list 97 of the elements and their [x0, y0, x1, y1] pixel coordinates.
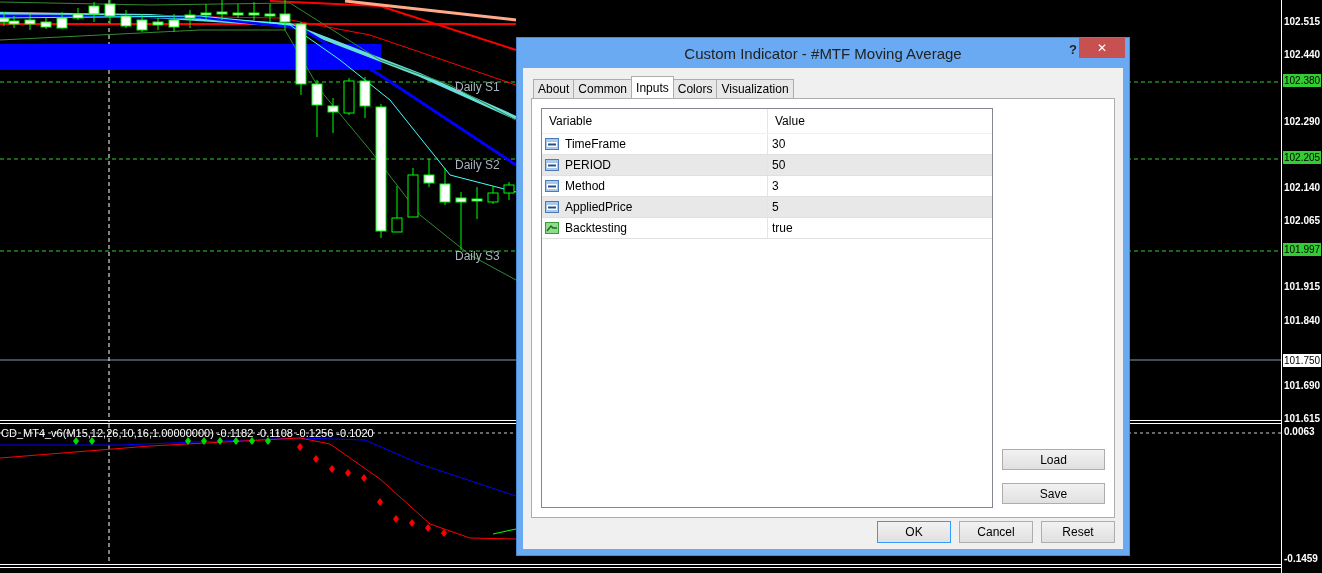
price-tag: 102.380 [1283, 74, 1322, 87]
sell-marker [345, 469, 351, 477]
level-label: Daily S1 [455, 80, 500, 94]
sell-marker [361, 474, 367, 482]
sell-marker [425, 524, 431, 532]
indicator-label: CD_MT4_v6(M15,12,26,10,16,1.00000000) -0.1182 -0.1108 -0.1256 -0.1020 [1, 427, 374, 439]
buy-marker [201, 437, 207, 445]
candle [8, 15, 20, 29]
candle [279, 0, 291, 31]
tab[interactable]: About [533, 79, 575, 98]
sell-marker [409, 519, 415, 527]
buy-marker [265, 437, 271, 445]
value-cell[interactable]: true [768, 218, 992, 238]
toggle-type-icon [545, 221, 559, 235]
buy-marker [233, 437, 239, 445]
candle [455, 191, 467, 251]
variable-name: AppliedPrice [565, 200, 633, 214]
candle [439, 167, 451, 206]
candle [311, 79, 323, 138]
axis-label: 102.515 [1283, 15, 1322, 28]
value-cell[interactable]: 30 [768, 134, 992, 154]
variable-name: Method [565, 179, 606, 193]
number-type-icon [545, 158, 559, 172]
tab[interactable]: Inputs [631, 76, 674, 98]
candle [391, 185, 403, 233]
dialog-button[interactable]: Cancel [959, 521, 1033, 543]
axis-label: 101.690 [1283, 379, 1322, 392]
candle [152, 17, 164, 31]
number-type-icon [545, 200, 559, 214]
value-cell[interactable]: 50 [768, 155, 992, 175]
candle [503, 181, 515, 201]
candle [40, 17, 52, 30]
number-type-icon [545, 179, 559, 193]
candle [407, 167, 419, 218]
tab[interactable]: Colors [672, 79, 718, 98]
help-button[interactable]: ? [1067, 42, 1079, 57]
tab[interactable]: Common [573, 79, 633, 98]
candle [56, 11, 68, 30]
column-header[interactable]: Value [768, 109, 992, 133]
candle [232, 3, 244, 19]
candle [343, 77, 355, 116]
tab[interactable]: Visualization [716, 79, 794, 98]
number-type-icon [545, 137, 559, 151]
candle [24, 13, 36, 31]
sell-marker [393, 515, 399, 523]
candle [471, 186, 483, 220]
candle [216, 0, 228, 21]
axis-label: -0.1459 [1283, 552, 1319, 565]
dialog-button[interactable]: Reset [1041, 521, 1115, 543]
axis-label: 101.915 [1283, 280, 1322, 293]
sell-marker [441, 529, 447, 537]
sell-marker [329, 465, 335, 473]
buy-marker [185, 437, 191, 445]
variable-name: PERIOD [565, 158, 611, 172]
axis-label: 101.840 [1283, 314, 1322, 327]
candle [423, 158, 435, 188]
candle [72, 7, 84, 21]
level-label: Daily S3 [455, 249, 500, 263]
candle [120, 9, 132, 29]
axis-label: 102.290 [1283, 115, 1322, 128]
load-button[interactable]: Load [1002, 449, 1105, 470]
axis-label: 102.065 [1283, 214, 1322, 227]
buy-marker [73, 437, 79, 445]
value-cell[interactable]: 5 [768, 197, 992, 217]
sell-marker [377, 498, 383, 506]
candle [248, 1, 260, 21]
dialog-button[interactable]: OK [877, 521, 951, 543]
window-title: Custom Indicator - #MTF Moving Average [684, 44, 962, 62]
column-header[interactable]: Variable [542, 109, 768, 133]
price-tag: 101.750 [1283, 354, 1322, 367]
candle [184, 9, 196, 29]
buy-marker [217, 437, 223, 445]
price-tag: 101.997 [1283, 243, 1322, 256]
price-tag: 102.205 [1283, 151, 1322, 164]
candle [168, 13, 180, 33]
candle [327, 97, 339, 134]
candle [200, 3, 212, 21]
axis-label: 0.0063 [1283, 425, 1316, 438]
candle [359, 76, 371, 119]
value-cell[interactable]: 3 [768, 176, 992, 196]
variable-name: TimeFrame [565, 137, 626, 151]
axis-label: 101.615 [1283, 412, 1322, 425]
close-button[interactable]: ✕ [1079, 38, 1125, 58]
variable-name: Backtesting [565, 221, 628, 235]
axis-label: 102.140 [1283, 181, 1322, 194]
candle [88, 1, 100, 23]
candle [136, 13, 148, 33]
candle [264, 3, 276, 23]
sell-marker [297, 443, 303, 451]
candle [0, 11, 10, 27]
level-label: Daily S2 [455, 158, 500, 172]
buy-marker [89, 437, 95, 445]
buy-marker [249, 437, 255, 445]
axis-label: 102.440 [1283, 48, 1322, 61]
save-button[interactable]: Save [1002, 483, 1105, 504]
candle [487, 185, 499, 205]
sell-marker [313, 455, 319, 463]
